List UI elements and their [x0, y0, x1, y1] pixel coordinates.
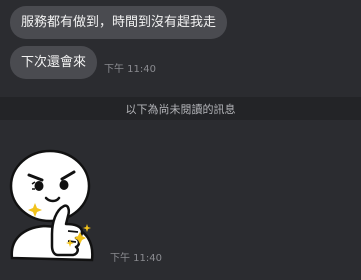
sticker-message[interactable] — [2, 148, 106, 266]
sticker-eye — [34, 181, 44, 191]
sticker-head — [9, 149, 91, 223]
unread-divider: 以下為尚未閱讀的訊息 — [0, 97, 361, 120]
message-bubble[interactable]: 下次還會來 — [10, 46, 98, 79]
message-bubble[interactable]: 服務都有做到，時間到沒有趕我走 — [10, 6, 228, 39]
message-timestamp: 下午 11:40 — [110, 253, 162, 264]
sparkle-icon — [83, 224, 91, 232]
message-timestamp: 下午 11:40 — [104, 64, 156, 75]
sticker-eye — [59, 180, 69, 190]
thumbs-up-hand — [50, 204, 84, 257]
thumbs-up-sparkle-sticker — [9, 149, 94, 262]
unread-divider-label: 以下為尚未閱讀的訊息 — [125, 102, 236, 116]
message-text: 下次還會來 — [21, 55, 87, 70]
message-text: 服務都有做到，時間到沒有趕我走 — [21, 15, 217, 30]
